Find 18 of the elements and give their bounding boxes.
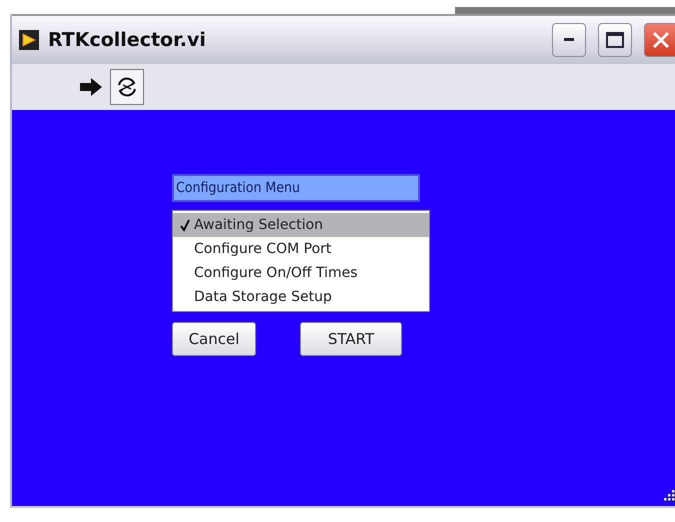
start-button[interactable]: START (300, 322, 402, 356)
resize-grip-icon (662, 488, 675, 502)
minimize-button[interactable] (552, 23, 586, 57)
cancel-button[interactable]: Cancel (172, 322, 256, 356)
menu-label: Configuration Menu (172, 174, 420, 202)
run-continuously-button[interactable] (110, 69, 144, 105)
menu-item[interactable]: Awaiting Selection (173, 213, 429, 237)
minimize-icon (564, 38, 574, 42)
check-icon (179, 218, 191, 232)
app-icon (18, 29, 40, 51)
arrow-icon (79, 77, 103, 97)
close-icon (652, 31, 670, 49)
window-title: RTKcollector.vi (48, 29, 207, 51)
menu-listbox[interactable]: Awaiting Selection Configure COM Port Configure On/Off Times Data Storage Setup (172, 210, 430, 312)
circular-arrows-icon (115, 75, 139, 99)
maximize-button[interactable] (598, 23, 632, 57)
close-button[interactable] (644, 23, 675, 57)
maximize-icon (606, 32, 624, 48)
